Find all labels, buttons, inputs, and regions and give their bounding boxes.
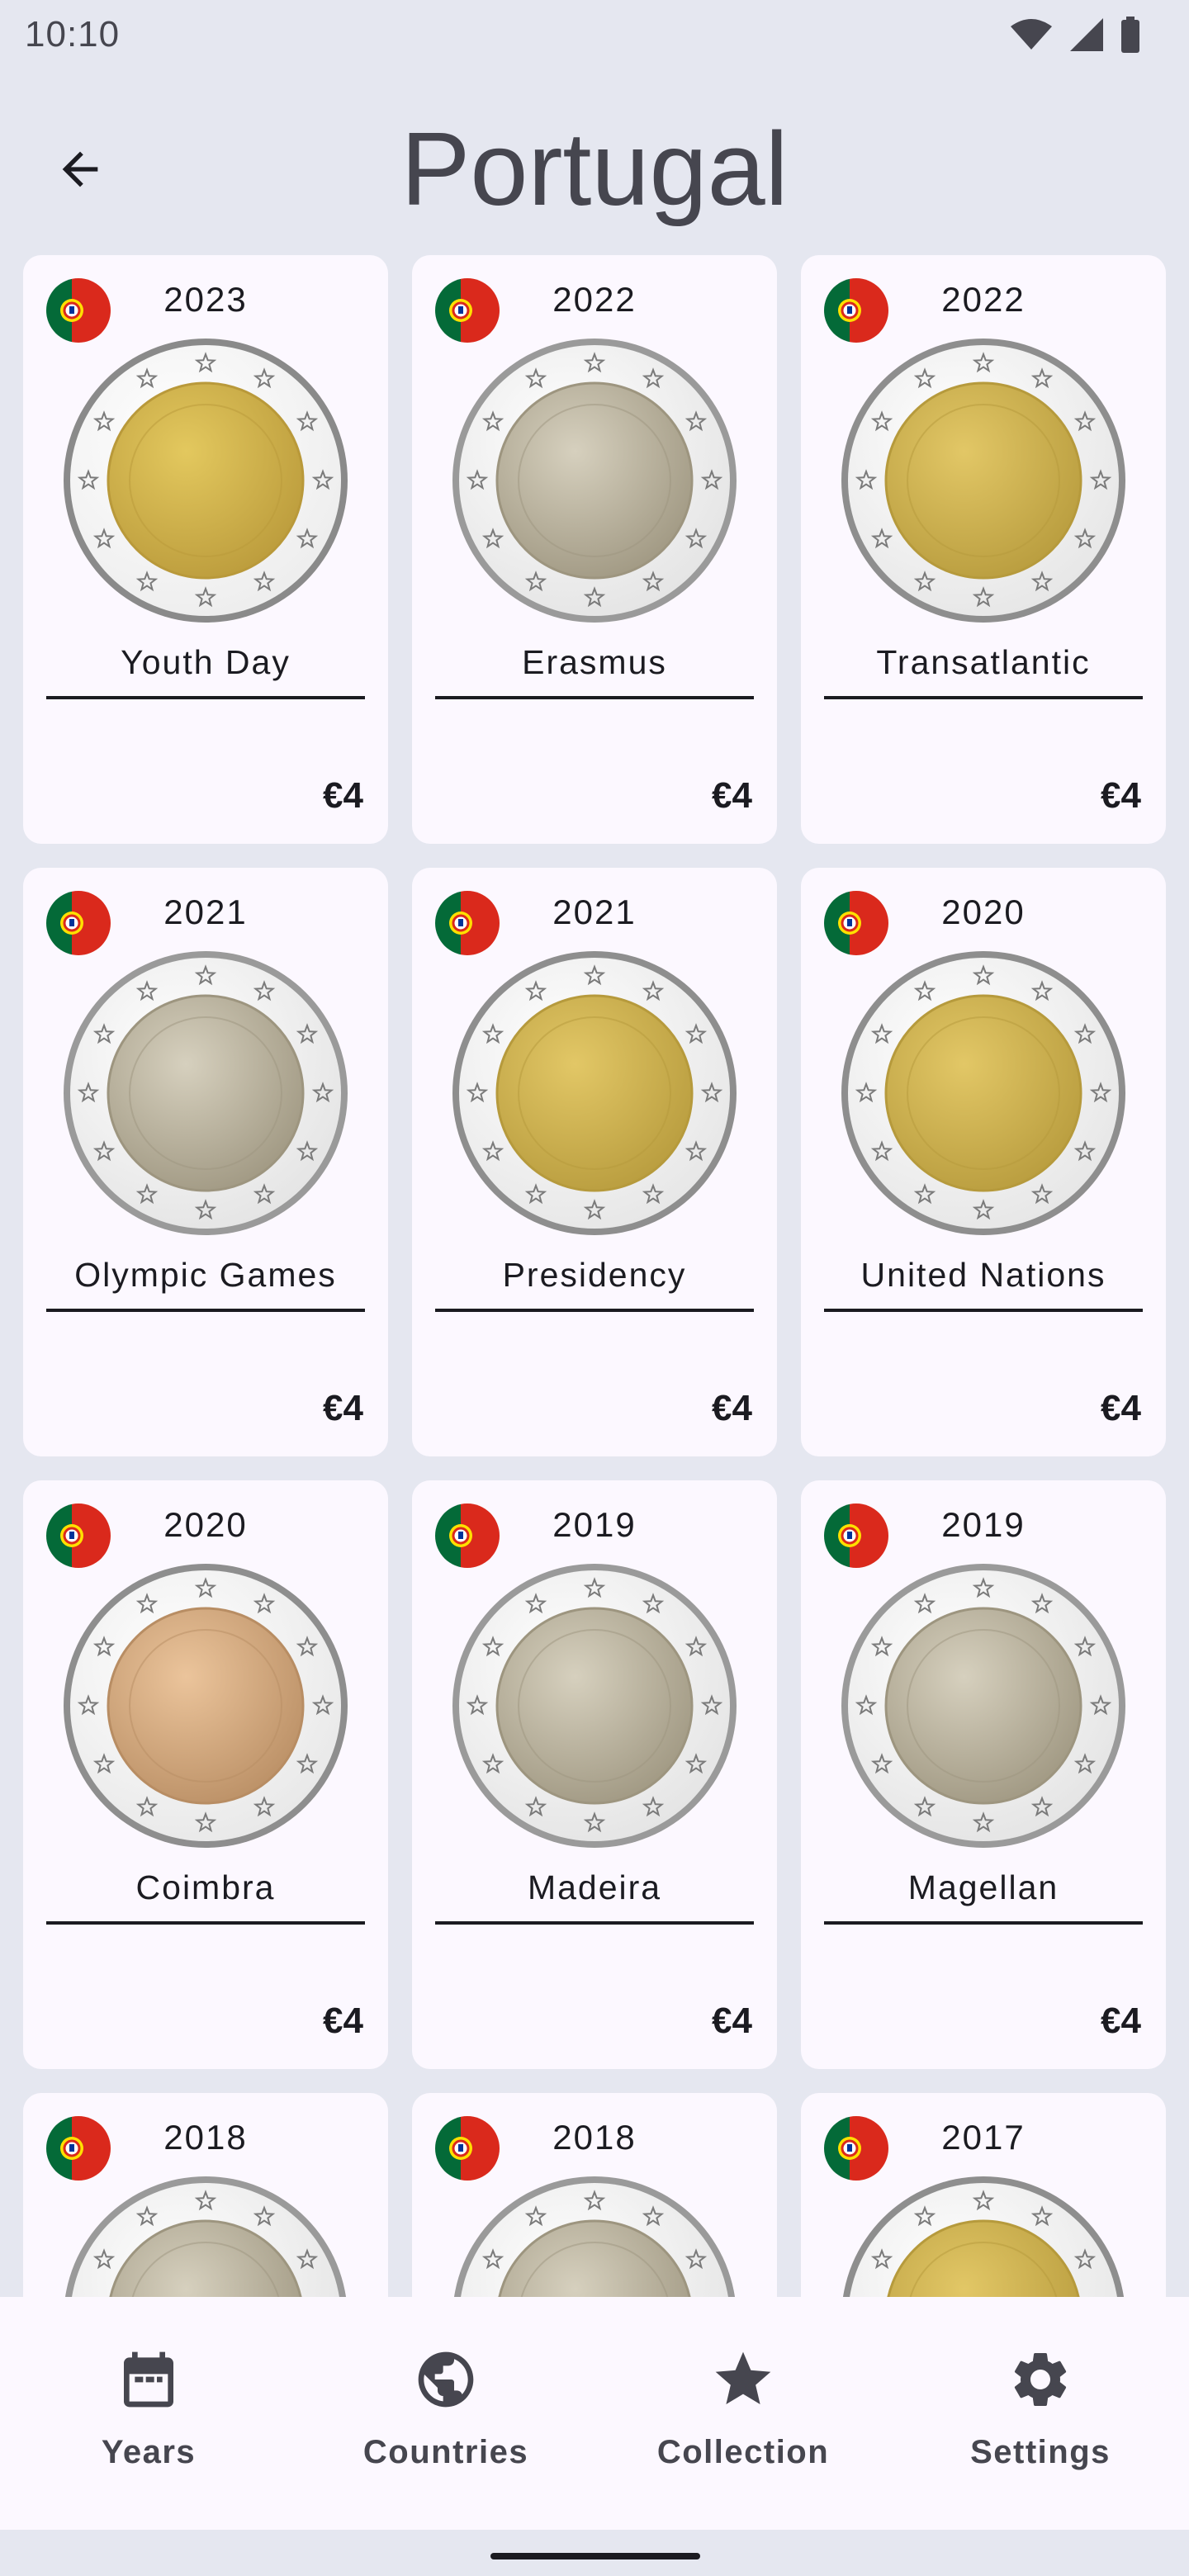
star-icon [715, 2351, 771, 2404]
coin-image [64, 1564, 348, 1848]
coin-price: €4 [1101, 2001, 1141, 2041]
coin-year: 2019 [552, 1505, 637, 1544]
coin-image [841, 339, 1125, 623]
coin-image [65, 2176, 346, 2297]
coin-image [64, 339, 348, 623]
coin-year: 2019 [941, 1505, 1026, 1544]
coin-price: €4 [1101, 1388, 1141, 1428]
gear-icon [1014, 2353, 1067, 2406]
gesture-handle[interactable] [490, 2553, 700, 2559]
page-title: Portugal [400, 111, 789, 227]
coin-name-underline [46, 1309, 365, 1312]
wifi-icon [1011, 19, 1052, 50]
nav-label-settings: Settings [970, 2434, 1111, 2470]
bottom-nav: Years Countries Collection Settings [0, 2297, 1189, 2530]
coin-name: Presidency [502, 1256, 687, 1294]
coin-name-underline [824, 696, 1143, 699]
coin-price: €4 [712, 775, 752, 816]
coin-name: Olympic Games [74, 1256, 337, 1294]
coin-name-underline [435, 696, 754, 699]
coin-grid[interactable]: 2023 Youth Day €4 2022 Erasmus €4 2022 T… [23, 255, 1166, 2297]
coin-name-underline [435, 1309, 754, 1312]
coin-year: 2017 [941, 2118, 1026, 2157]
coin-card[interactable]: 2021 Olympic Games €4 [23, 868, 388, 1456]
coin-image [843, 2176, 1124, 2297]
coin-year: 2020 [941, 893, 1026, 931]
coin-price: €4 [712, 1388, 752, 1428]
status-time: 10:10 [25, 14, 121, 54]
coin-card[interactable]: 2020 Coimbra €4 [23, 1480, 388, 2069]
coin-name: Erasmus [522, 643, 667, 681]
nav-label-countries: Countries [362, 2434, 529, 2470]
calendar-icon [124, 2351, 173, 2408]
coin-year: 2021 [552, 893, 637, 931]
coin-year: 2023 [163, 280, 248, 319]
coin-card[interactable]: 2018 [412, 2093, 777, 2297]
battery-icon [1121, 17, 1139, 53]
coin-card[interactable]: 2023 Youth Day €4 [23, 255, 388, 844]
coin-card[interactable]: 2017 [801, 2093, 1166, 2297]
coin-year: 2018 [552, 2118, 637, 2157]
coin-price: €4 [323, 2001, 363, 2041]
coin-image [452, 339, 737, 623]
coin-name-underline [824, 1921, 1143, 1925]
coin-year: 2022 [552, 280, 637, 319]
coin-year: 2022 [941, 280, 1026, 319]
coin-price: €4 [323, 1388, 363, 1428]
nav-item-settings[interactable]: Settings [892, 2297, 1189, 2530]
nav-item-collection[interactable]: Collection [594, 2297, 892, 2530]
coin-image [841, 951, 1125, 1235]
globe-icon [418, 2351, 474, 2408]
coin-price: €4 [1101, 775, 1141, 816]
coin-year: 2018 [163, 2118, 248, 2157]
status-bar: 10:10 [0, 0, 1189, 69]
coin-card[interactable]: 2021 Presidency €4 [412, 868, 777, 1456]
coin-name: Coimbra [135, 1868, 276, 1906]
coin-name-underline [46, 1921, 365, 1925]
coin-name: Magellan [907, 1868, 1059, 1906]
coin-name-underline [46, 696, 365, 699]
coin-card[interactable]: 2019 Madeira €4 [412, 1480, 777, 2069]
coin-grid-inner: 2023 Youth Day €4 2022 Erasmus €4 2022 T… [23, 255, 1166, 2297]
coin-price: €4 [323, 775, 363, 816]
nav-label-collection: Collection [656, 2434, 830, 2470]
coin-card[interactable]: 2022 Erasmus €4 [412, 255, 777, 844]
coin-card[interactable]: 2020 United Nations €4 [801, 868, 1166, 1456]
coin-image [64, 951, 348, 1235]
coin-price: €4 [712, 2001, 752, 2041]
header: Portugal [0, 99, 1189, 239]
coin-image [452, 1564, 737, 1848]
nav-item-countries[interactable]: Countries [297, 2297, 594, 2530]
coin-name: Youth Day [121, 643, 291, 681]
nav-item-years[interactable]: Years [0, 2297, 297, 2530]
coin-image [841, 1564, 1125, 1848]
coin-name-underline [435, 1921, 754, 1925]
coin-year: 2021 [163, 893, 248, 931]
coin-card[interactable]: 2022 Transatlantic €4 [801, 255, 1166, 844]
coin-card[interactable]: 2019 Magellan €4 [801, 1480, 1166, 2069]
coin-name: Madeira [527, 1868, 662, 1906]
coin-name-underline [824, 1309, 1143, 1312]
status-icons [1009, 17, 1141, 53]
coin-year: 2020 [163, 1505, 248, 1544]
coin-image [454, 2176, 735, 2297]
coin-name: United Nations [860, 1256, 1106, 1294]
nav-label-years: Years [101, 2434, 197, 2470]
signal-icon [1070, 18, 1103, 51]
coin-name: Transatlantic [876, 643, 1091, 681]
coin-card[interactable]: 2018 [23, 2093, 388, 2297]
coin-image [452, 951, 737, 1235]
